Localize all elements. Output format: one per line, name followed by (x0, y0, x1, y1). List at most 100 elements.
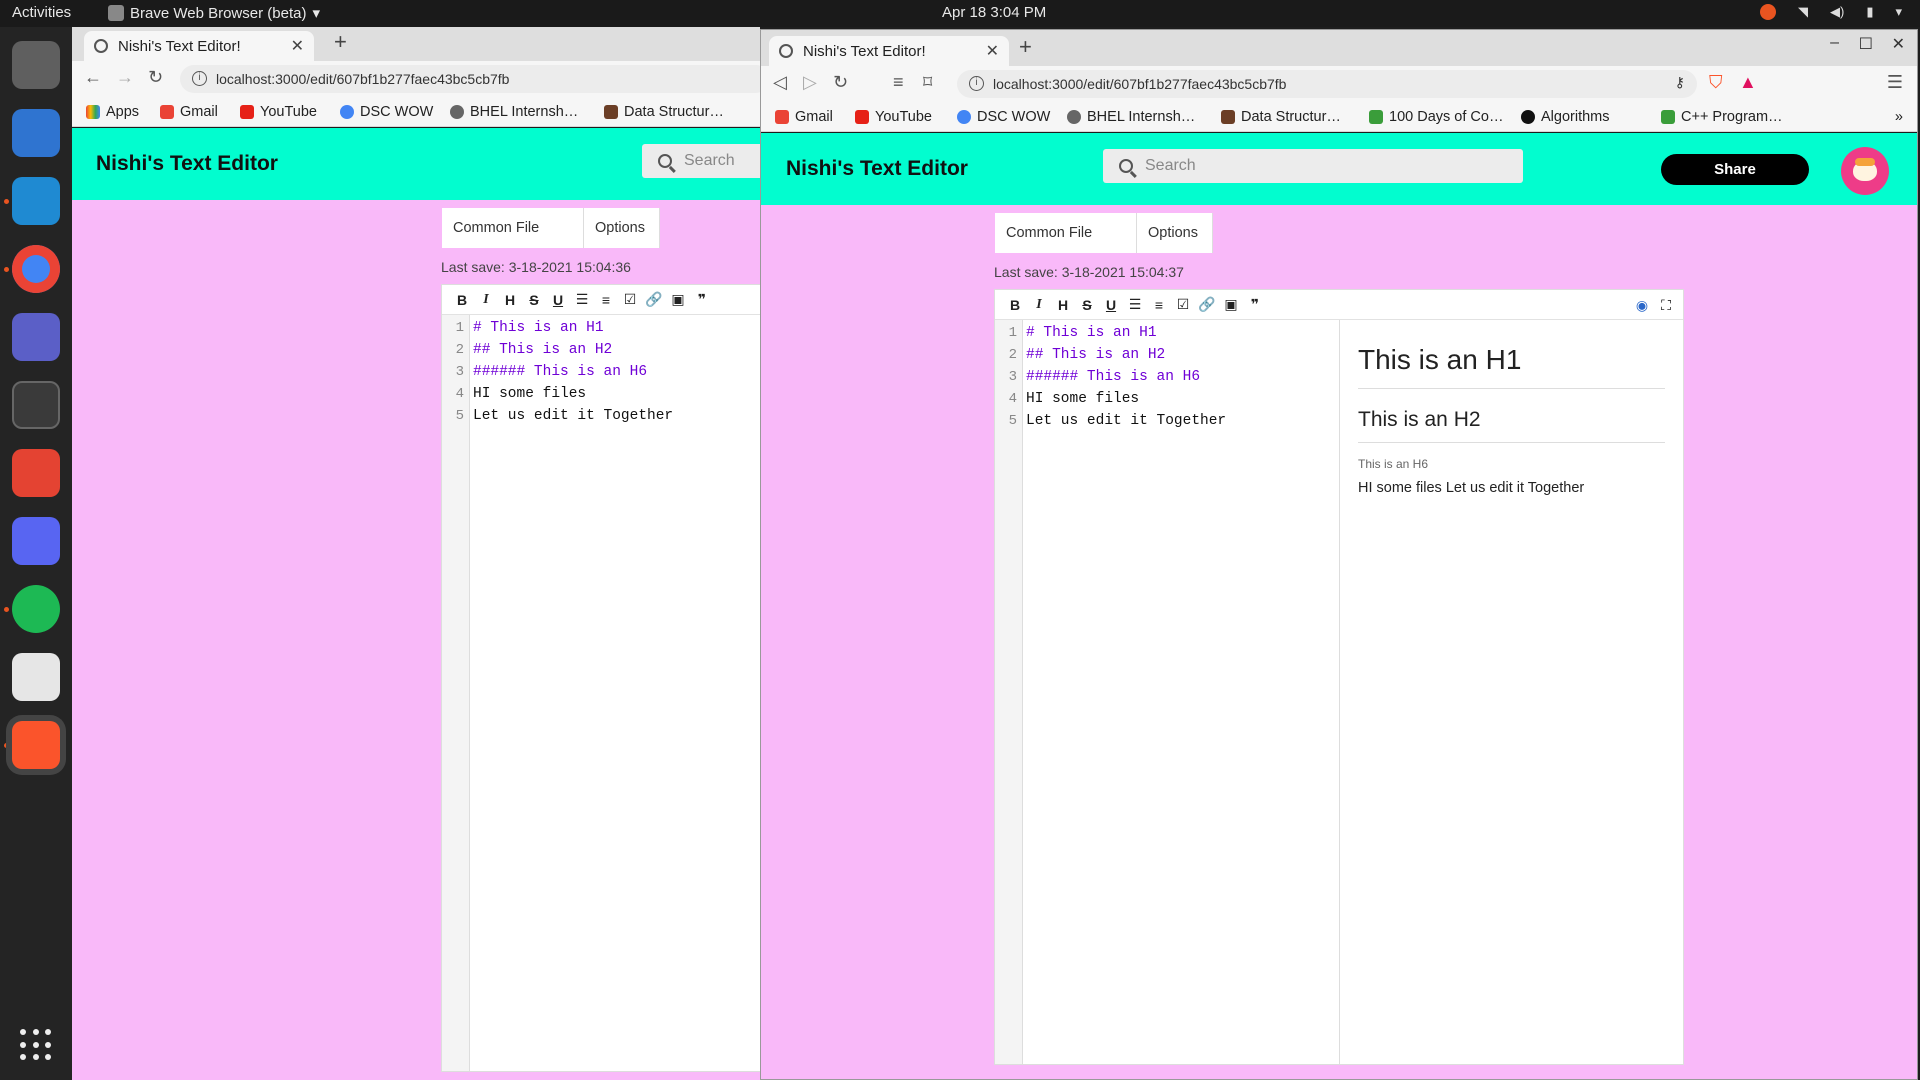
code-line[interactable]: # This is an H1 (1026, 322, 1157, 344)
bullet-list-button[interactable]: ☰ (1123, 294, 1147, 316)
strikethrough-button[interactable]: S (1075, 294, 1099, 316)
clock[interactable]: Apr 18 3:04 PM (942, 4, 1046, 21)
bookmark-algorithms[interactable]: Algorithms (1521, 109, 1610, 125)
forward-arrow-icon[interactable]: → (116, 67, 134, 88)
reader-icon[interactable] (12, 653, 60, 701)
bookmark-gmail[interactable]: Gmail (775, 109, 833, 125)
files-icon[interactable] (12, 41, 60, 89)
minimize-icon[interactable]: – (1830, 34, 1839, 52)
brave-rewards-icon[interactable]: ▲ (1739, 72, 1757, 93)
bookmark-icon[interactable]: ⌑ (923, 72, 932, 93)
avatar[interactable] (1841, 147, 1889, 195)
common-file-menu[interactable]: Common File (442, 208, 584, 248)
system-tray[interactable]: ◥ ◀) ▮ ▾ (1759, 4, 1902, 20)
maximize-icon[interactable]: ☐ (1859, 34, 1873, 54)
quote-button[interactable]: ❞ (1243, 294, 1267, 316)
checklist-button[interactable]: ☑ (618, 289, 642, 311)
terminal-icon[interactable] (12, 381, 60, 429)
close-icon[interactable]: ✕ (291, 36, 304, 56)
checklist-button[interactable]: ☑ (1171, 294, 1195, 316)
code-line[interactable]: ## This is an H2 (473, 339, 612, 361)
browser-tab[interactable]: Nishi's Text Editor! ✕ (84, 31, 314, 61)
italic-button[interactable]: I (474, 289, 498, 311)
code-line[interactable]: ###### This is an H6 (1026, 366, 1200, 388)
new-tab-button[interactable]: + (334, 29, 347, 55)
image-button[interactable]: ▣ (1219, 294, 1243, 316)
underline-button[interactable]: U (546, 289, 570, 311)
close-window-icon[interactable]: ✕ (1892, 34, 1905, 54)
brave-icon[interactable] (12, 721, 60, 769)
fullscreen-icon[interactable]: ⛶ (1655, 294, 1677, 316)
address-bar[interactable]: i localhost:3000/edit/607bf1b277faec43bc… (180, 65, 760, 93)
bookmark-bhel[interactable]: BHEL Internsh… (450, 104, 578, 120)
docs-icon[interactable] (12, 109, 60, 157)
more-bookmarks-icon[interactable]: » (1895, 109, 1903, 125)
todoist-icon[interactable] (12, 449, 60, 497)
quote-button[interactable]: ❞ (690, 289, 714, 311)
reload-icon[interactable]: ↻ (148, 67, 163, 88)
bookmark-youtube[interactable]: YouTube (240, 104, 317, 120)
heading-button[interactable]: H (498, 289, 522, 311)
code-line[interactable]: ###### This is an H6 (473, 361, 647, 383)
browser-tab[interactable]: Nishi's Text Editor! ✕ (769, 36, 1009, 66)
back-arrow-icon[interactable]: ← (84, 67, 102, 88)
back-arrow-icon[interactable]: ◁ (773, 72, 787, 93)
address-bar[interactable]: i localhost:3000/edit/607bf1b277faec43bc… (957, 70, 1697, 98)
app-menu[interactable]: Brave Web Browser (beta) ▾ (108, 4, 320, 22)
close-icon[interactable]: ✕ (986, 41, 999, 61)
bookmark-dsc-wow[interactable]: DSC WOW (957, 109, 1050, 125)
new-tab-button[interactable]: + (1019, 34, 1032, 60)
activities-button[interactable]: Activities (12, 4, 71, 21)
common-file-menu[interactable]: Common File (995, 213, 1137, 253)
bookmark-dsc-wow[interactable]: DSC WOW (340, 104, 433, 120)
brave-shields-icon[interactable]: ⛉ (1709, 72, 1723, 93)
bookmark-100-days[interactable]: 100 Days of Co… (1369, 109, 1503, 125)
bookmark-youtube[interactable]: YouTube (855, 109, 932, 125)
bookmark-cpp[interactable]: C++ Program… (1661, 109, 1783, 125)
options-menu[interactable]: Options (1137, 213, 1213, 253)
vscode-icon[interactable] (12, 177, 60, 225)
chrome-icon[interactable] (12, 245, 60, 293)
link-button[interactable]: 🔗 (642, 289, 666, 311)
strikethrough-button[interactable]: S (522, 289, 546, 311)
update-icon[interactable] (1759, 4, 1776, 20)
italic-button[interactable]: I (1027, 294, 1051, 316)
bookmark-apps[interactable]: Apps (86, 104, 139, 120)
numbered-list-button[interactable]: ≡ (594, 289, 618, 311)
info-icon[interactable]: i (192, 71, 207, 86)
bookmark-bhel[interactable]: BHEL Internsh… (1067, 109, 1195, 125)
code-line[interactable]: Let us edit it Together (473, 405, 673, 427)
heading-button[interactable]: H (1051, 294, 1075, 316)
code-line[interactable]: HI some files (1026, 388, 1139, 410)
code-area[interactable]: # This is an H1 ## This is an H2 ###### … (470, 315, 760, 1071)
share-button[interactable]: Share (1661, 154, 1809, 185)
bookmark-data-structures[interactable]: Data Structur… (1221, 109, 1341, 125)
menu-icon[interactable]: ☰ (1887, 72, 1903, 93)
code-line[interactable]: HI some files (473, 383, 586, 405)
bold-button[interactable]: B (1003, 294, 1027, 316)
image-button[interactable]: ▣ (666, 289, 690, 311)
teams-icon[interactable] (12, 313, 60, 361)
info-icon[interactable]: i (969, 76, 984, 91)
key-icon[interactable]: ⚷ (1675, 74, 1685, 91)
search-input[interactable]: Search (1103, 149, 1523, 183)
link-button[interactable]: 🔗 (1195, 294, 1219, 316)
spotify-icon[interactable] (12, 585, 60, 633)
bookmark-gmail[interactable]: Gmail (160, 104, 218, 120)
numbered-list-button[interactable]: ≡ (1147, 294, 1171, 316)
bullet-list-button[interactable]: ☰ (570, 289, 594, 311)
code-line[interactable]: ## This is an H2 (1026, 344, 1165, 366)
bookmark-data-structures[interactable]: Data Structur… (604, 104, 724, 120)
bold-button[interactable]: B (450, 289, 474, 311)
options-menu[interactable]: Options (584, 208, 660, 248)
search-input[interactable]: Search (642, 144, 760, 178)
code-area[interactable]: # This is an H1 ## This is an H2 ###### … (1023, 320, 1339, 1064)
show-apps-button[interactable] (20, 1029, 52, 1061)
code-line[interactable]: # This is an H1 (473, 317, 604, 339)
forward-arrow-icon[interactable]: ▷ (803, 72, 817, 93)
underline-button[interactable]: U (1099, 294, 1123, 316)
reader-mode-icon[interactable]: ≡ (893, 72, 904, 93)
preview-eye-icon[interactable]: ◉ (1631, 294, 1653, 316)
discord-icon[interactable] (12, 517, 60, 565)
code-line[interactable]: Let us edit it Together (1026, 410, 1226, 432)
